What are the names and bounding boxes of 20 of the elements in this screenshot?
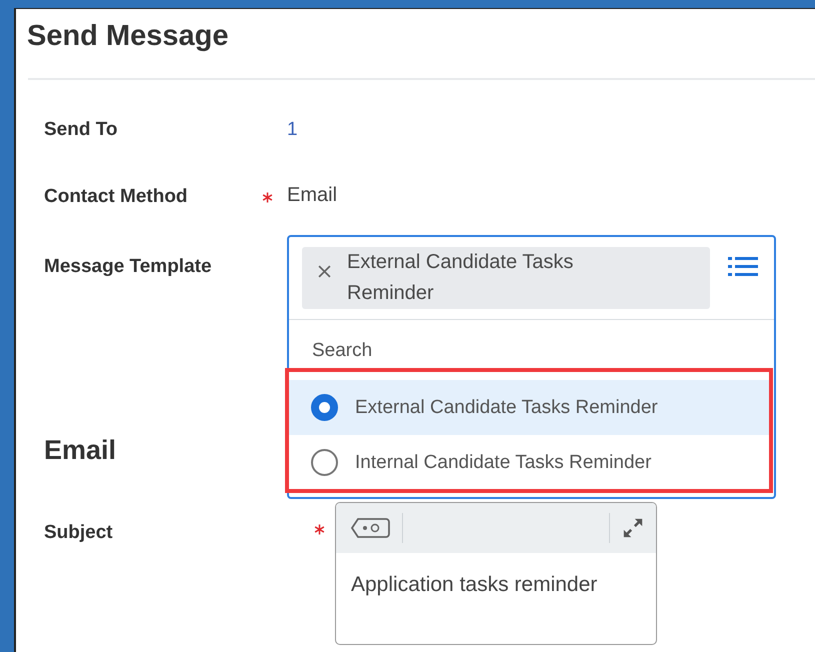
- field-value: Email: [287, 183, 338, 208]
- field-label: Message Template: [44, 255, 213, 279]
- section-heading: Email: [44, 434, 116, 467]
- recipient-link[interactable]: 1: [287, 110, 298, 150]
- field-label: Contact Method: [44, 185, 189, 209]
- tag-icon[interactable]: [350, 517, 390, 539]
- list-icon[interactable]: [728, 255, 758, 279]
- close-icon[interactable]: [318, 265, 331, 278]
- field-label: Subject: [44, 521, 114, 545]
- expand-icon[interactable]: [622, 517, 644, 539]
- template-option[interactable]: External Candidate Tasks Reminder: [289, 380, 770, 435]
- window-title: Send Message: [27, 19, 230, 54]
- chip-label: External Candidate Tasks Reminder: [347, 250, 574, 306]
- radio-button[interactable]: [311, 394, 338, 421]
- subject-text: Application tasks reminder: [350, 572, 598, 597]
- template-dropdown[interactable]: External Candidate Tasks Reminder Search External Candidate Tasks Reminder Internal Candidate Tasks Reminder: [287, 235, 776, 499]
- field-label: Send To: [44, 118, 119, 142]
- radio-button[interactable]: [311, 449, 338, 476]
- subject-field[interactable]: Application tasks reminder: [335, 502, 657, 645]
- template-option[interactable]: Internal Candidate Tasks Reminder: [289, 435, 770, 490]
